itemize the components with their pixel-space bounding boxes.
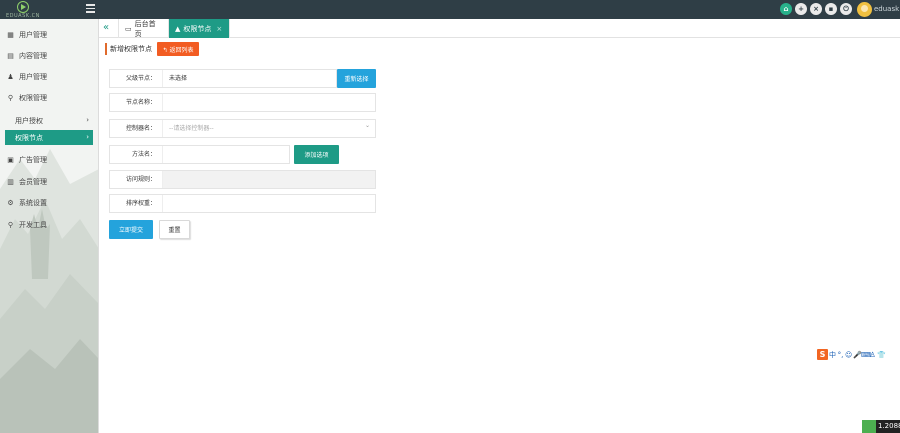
microphone-icon[interactable]: 🎤 xyxy=(853,351,862,359)
sidebar-item-ads[interactable]: ▣ 广告管理 xyxy=(0,149,98,170)
main-content: 新增权限节点 ↰ 返回列表 父级节点： 未选择 重新选择 节点名称： 控制器名：… xyxy=(99,38,900,433)
sidebar-item-label: 内容管理 xyxy=(19,51,47,60)
leaf-icon xyxy=(862,420,876,433)
field-label: 访问规则： xyxy=(125,176,156,183)
controller-row: 控制器名： --请选择控制器-- ⌄ xyxy=(109,119,376,138)
top-bar: EDUASK.CN ⌂ + × ▪ ⏻ eduask xyxy=(0,0,900,19)
page-title-bar: 新增权限节点 xyxy=(105,42,152,56)
chevron-right-icon: › xyxy=(86,133,89,141)
message-icon[interactable]: ▪ xyxy=(825,3,837,15)
power-icon[interactable]: ⏻ xyxy=(840,3,852,15)
sidebar-subitem-permission-nodes[interactable]: 权限节点 › xyxy=(5,130,93,145)
sidebar-item-dev-tools[interactable]: ⚲ 开发工具 xyxy=(0,214,98,235)
emoji-icon[interactable]: ☺ xyxy=(845,351,852,359)
username[interactable]: eduask xyxy=(874,5,900,13)
logo-area: EDUASK.CN xyxy=(0,0,99,19)
sogou-logo-icon[interactable]: S xyxy=(817,349,828,360)
gear-icon: ⚙ xyxy=(7,198,14,207)
user-icon[interactable]: ♙ xyxy=(869,351,876,359)
access-rule-row: 访问规则： xyxy=(109,170,376,189)
access-rule-input xyxy=(162,171,375,188)
sidebar-item-label: 开发工具 xyxy=(19,220,47,229)
sidebar-item-label: 用户管理 xyxy=(19,72,47,81)
sidebar-item-permissions[interactable]: ⚲ 权限管理 xyxy=(0,87,98,108)
sidebar-subitem-label: 权限节点 xyxy=(15,133,43,142)
controller-select[interactable]: --请选择控制器-- xyxy=(162,120,375,137)
ad-icon: ▣ xyxy=(7,155,14,164)
bell-icon: ▲ xyxy=(175,24,181,33)
reset-button[interactable]: 重置 xyxy=(159,220,190,239)
field-label: 方法名： xyxy=(131,151,156,158)
chevron-right-icon: › xyxy=(86,116,89,124)
sidebar-item-content[interactable]: ▤ 内容管理 xyxy=(0,45,98,66)
chinese-mode-icon[interactable]: 中 xyxy=(829,350,836,360)
parent-node-field[interactable]: 未选择 xyxy=(162,70,336,87)
close-icon[interactable]: × xyxy=(810,3,822,15)
page-title: 新增权限节点 xyxy=(110,45,152,53)
tab-label: 权限节点 xyxy=(183,24,212,33)
status-text: 1.2088 xyxy=(878,422,900,430)
sidebar-item-members[interactable]: ▥ 会员管理 xyxy=(0,171,98,192)
sidebar-item-user-mgmt[interactable]: ▦ 用户管理 xyxy=(0,24,98,45)
field-label: 控制器名： xyxy=(125,125,156,132)
columns-icon: ▥ xyxy=(7,177,14,186)
ime-toolbar: S 中 °, ☺ 🎤 ⌨ ♙ 👕 xyxy=(817,349,886,360)
search-icon: ⚲ xyxy=(7,220,14,229)
sidebar-subitem-label: 用户授权 xyxy=(15,116,43,125)
logo-icon xyxy=(17,1,29,13)
field-label: 父级节点： xyxy=(125,75,156,82)
sidebar-item-users[interactable]: ♟ 用户管理 xyxy=(0,66,98,87)
shirt-icon[interactable]: 👕 xyxy=(877,351,886,359)
sort-weight-input[interactable] xyxy=(162,195,375,212)
home-icon[interactable]: ⌂ xyxy=(780,3,792,15)
parent-node-row: 父级节点： 未选择 xyxy=(109,69,337,88)
sidebar-item-settings[interactable]: ⚙ 系统设置 xyxy=(0,192,98,213)
tab-close-icon[interactable]: × xyxy=(216,25,222,33)
sidebar-item-label: 用户管理 xyxy=(19,30,47,39)
tab-label: 后台首页 xyxy=(134,19,156,38)
node-name-row: 节点名称： xyxy=(109,93,376,112)
keyboard-icon[interactable]: ⌨ xyxy=(861,351,871,359)
user-icon: ♟ xyxy=(7,72,14,81)
plus-icon[interactable]: + xyxy=(795,3,807,15)
tab-permission-nodes[interactable]: ▲ 权限节点 × xyxy=(169,19,230,38)
title-accent xyxy=(105,43,107,55)
submit-button[interactable]: 立即提交 xyxy=(109,220,153,239)
sidebar-item-label: 会员管理 xyxy=(19,177,47,186)
tab-bar: « ▭ 后台首页 ▲ 权限节点 × xyxy=(99,19,900,38)
add-option-button[interactable]: 添加选项 xyxy=(294,145,339,164)
reselect-button[interactable]: 重新选择 xyxy=(337,69,376,88)
tab-home[interactable]: ▭ 后台首页 xyxy=(118,19,169,38)
method-name-input[interactable] xyxy=(162,146,289,163)
document-icon: ▤ xyxy=(7,51,14,60)
chevron-down-icon: ⌄ xyxy=(364,122,370,129)
field-label: 排序权重： xyxy=(125,200,156,207)
sidebar: ▦ 用户管理 ▤ 内容管理 ♟ 用户管理 ⚲ 权限管理 用户授权 › 权限节点 … xyxy=(0,19,99,433)
top-icons: ⌂ + × ▪ ⏻ xyxy=(780,3,852,15)
grid-icon: ▦ xyxy=(7,30,14,39)
sidebar-item-label: 广告管理 xyxy=(19,155,47,164)
punctuation-icon[interactable]: °, xyxy=(837,351,844,359)
monitor-icon: ▭ xyxy=(125,24,132,33)
sidebar-subitem-user-auth[interactable]: 用户授权 › xyxy=(5,113,93,128)
avatar[interactable] xyxy=(857,2,872,17)
menu-toggle-icon[interactable] xyxy=(86,4,95,13)
node-name-input[interactable] xyxy=(162,94,375,111)
method-row: 方法名： xyxy=(109,145,290,164)
key-icon: ⚲ xyxy=(7,93,14,102)
sidebar-item-label: 权限管理 xyxy=(19,93,47,102)
field-label: 节点名称： xyxy=(125,99,156,106)
status-corner: 1.2088 xyxy=(862,420,900,433)
sidebar-item-label: 系统设置 xyxy=(19,198,47,207)
collapse-icon[interactable]: « xyxy=(103,22,109,33)
back-to-list-button[interactable]: ↰ 返回列表 xyxy=(157,42,199,56)
sort-weight-row: 排序权重： xyxy=(109,194,376,213)
